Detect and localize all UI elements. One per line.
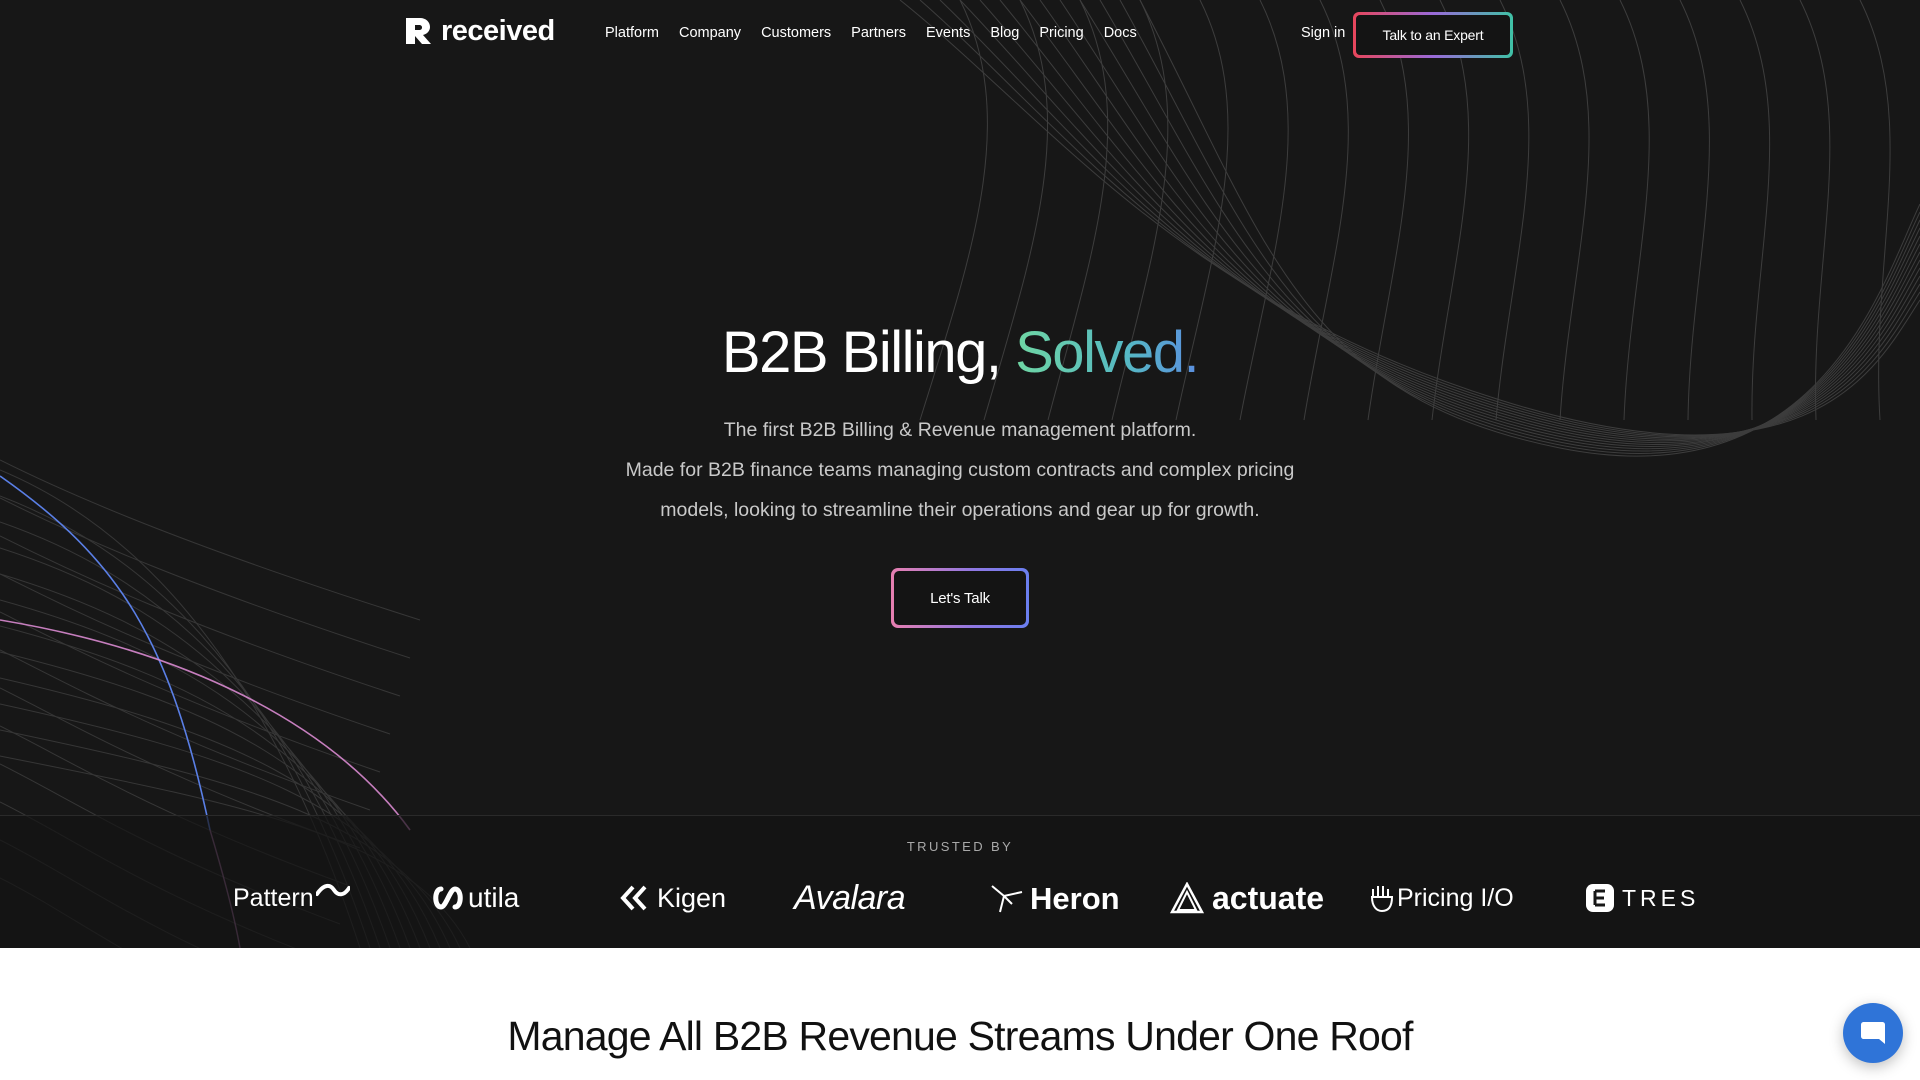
- chat-launcher-button[interactable]: [1843, 1003, 1903, 1063]
- hero-section: received Platform Company Customers Part…: [0, 0, 1920, 948]
- sign-in-link[interactable]: Sign in: [1301, 25, 1345, 41]
- lets-talk-button[interactable]: Let's Talk: [891, 568, 1029, 628]
- hero-subtitle-line-1: The first B2B Billing & Revenue manageme…: [723, 419, 1197, 441]
- client-name-tres: TRES: [1622, 884, 1700, 911]
- features-section-title: Manage All B2B Revenue Streams Under One…: [507, 1013, 1413, 1059]
- talk-to-expert-button[interactable]: Talk to an Expert: [1353, 12, 1513, 58]
- lets-talk-label: Let's Talk: [894, 571, 1026, 625]
- client-name-kigen: Kigen: [657, 882, 727, 913]
- talk-to-expert-label: Talk to an Expert: [1356, 15, 1510, 55]
- hero-title: B2B Billing, Solved.: [0, 316, 1920, 390]
- client-name-utila: utila: [468, 882, 520, 913]
- client-logo-tres: TRES: [1586, 868, 1699, 928]
- nav-link-customers[interactable]: Customers: [761, 25, 831, 41]
- trusted-by-bar: TRUSTED BY Pattern utila Kigen Avalara H…: [0, 815, 1920, 948]
- pattern-wave-icon: [315, 883, 350, 897]
- client-logo-utila: utila: [432, 868, 519, 928]
- brand-logo[interactable]: received: [404, 14, 555, 48]
- chat-bubble-icon: [1861, 1022, 1885, 1044]
- hero-title-accent: Solved.: [1015, 320, 1199, 385]
- received-logo-icon: [406, 18, 431, 44]
- mesh-line: [0, 535, 401, 697]
- actuate-triangle-icon: [1170, 882, 1204, 914]
- nav-link-events[interactable]: Events: [926, 25, 970, 41]
- mesh-highlight-pink: [0, 619, 411, 831]
- client-name-avalara: Avalara: [794, 879, 906, 917]
- hero-title-main: B2B Billing,: [721, 320, 1002, 385]
- nav-link-company[interactable]: Company: [679, 25, 741, 41]
- features-section: Manage All B2B Revenue Streams Under One…: [0, 948, 1920, 1080]
- client-logo-kigen: Kigen: [619, 868, 726, 928]
- brand-name: received: [441, 14, 555, 47]
- nav-link-pricing[interactable]: Pricing: [1039, 25, 1083, 41]
- top-nav: received Platform Company Customers Part…: [0, 0, 1920, 70]
- trusted-by-label: TRUSTED BY: [906, 839, 1014, 854]
- client-logo-avalara: Avalara: [794, 868, 906, 928]
- nav-link-blog[interactable]: Blog: [990, 25, 1019, 41]
- mesh-line: [0, 573, 391, 735]
- nav-link-partners[interactable]: Partners: [851, 25, 906, 41]
- nav-link-docs[interactable]: Docs: [1104, 25, 1137, 41]
- utila-loop-icon: [433, 886, 463, 910]
- tres-badge-icon: [1586, 884, 1614, 912]
- nav-link-platform[interactable]: Platform: [605, 25, 659, 41]
- mesh-line: [0, 459, 421, 621]
- kigen-chevrons-icon: [620, 885, 647, 911]
- client-logo-actuate: actuate: [1170, 868, 1324, 928]
- heron-bird-icon: [991, 885, 1023, 913]
- client-name-pricing-io: Pricing I/O: [1397, 883, 1514, 912]
- nav-links: Platform Company Customers Partners Even…: [605, 25, 1137, 41]
- client-name-heron: Heron: [1030, 880, 1120, 916]
- client-logo-pattern: Pattern: [233, 868, 350, 928]
- page: received Platform Company Customers Part…: [0, 0, 1920, 1080]
- client-logos: Pattern utila Kigen Avalara Heron actuat…: [0, 868, 1920, 928]
- client-name-actuate: actuate: [1212, 880, 1325, 916]
- client-logo-heron: Heron: [990, 868, 1120, 928]
- client-name-pattern: Pattern: [233, 883, 314, 912]
- hero-subtitle-line-2: Made for B2B finance teams managing cust…: [625, 459, 1295, 481]
- client-logo-pricing-io: Pricing I/O: [1369, 868, 1514, 928]
- pricing-io-hand-icon: [1370, 886, 1394, 913]
- hero-subtitle-line-3: models, looking to streamline their oper…: [660, 499, 1260, 521]
- hero-subtitle: The first B2B Billing & Revenue manageme…: [560, 410, 1360, 530]
